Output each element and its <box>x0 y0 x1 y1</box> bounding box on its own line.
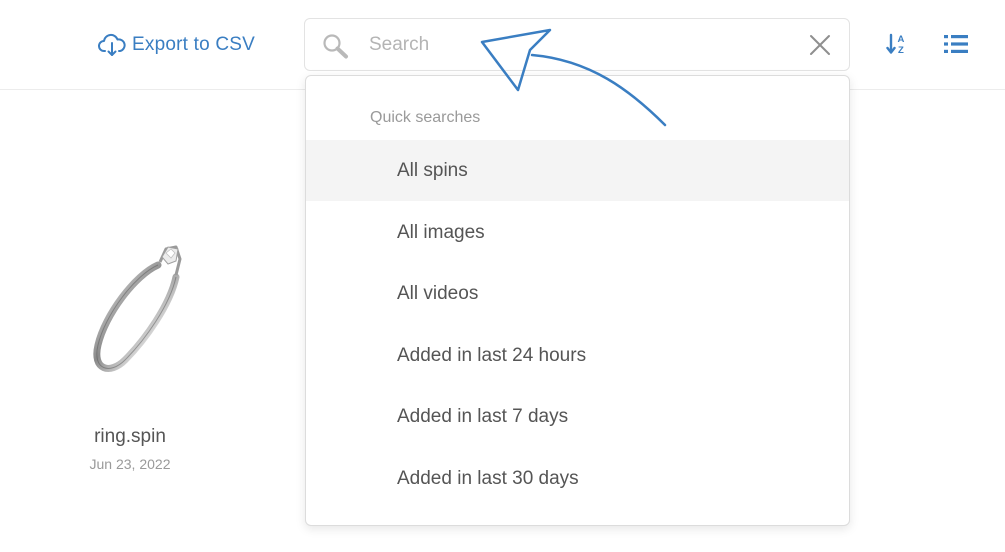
list-view-icon[interactable] <box>944 34 968 54</box>
asset-name: ring.spin <box>94 426 166 447</box>
quick-search-last-24-hours[interactable]: Added in last 24 hours <box>306 325 849 386</box>
asset-date: Jun 23, 2022 <box>89 456 171 472</box>
quick-searches-heading: Quick searches <box>370 109 481 126</box>
quick-search-all-videos[interactable]: All videos <box>306 263 849 324</box>
close-icon[interactable] <box>809 34 831 56</box>
svg-text:A: A <box>898 34 905 45</box>
quick-search-last-30-days[interactable]: Added in last 30 days <box>306 448 849 509</box>
app-page: Export to CSV A Z <box>0 0 1005 552</box>
quick-search-all-images[interactable]: All images <box>306 202 849 263</box>
export-csv-button[interactable]: Export to CSV <box>98 31 255 59</box>
quick-searches-dropdown: Quick searches All spins All images All … <box>305 75 850 526</box>
cloud-download-icon <box>98 33 126 56</box>
quick-search-all-spins[interactable]: All spins <box>306 140 849 201</box>
magnifier-icon <box>323 34 348 59</box>
export-csv-label: Export to CSV <box>132 34 255 55</box>
curved-arrow-icon <box>480 28 667 127</box>
quick-search-last-7-days[interactable]: Added in last 7 days <box>306 386 849 447</box>
sort-az-icon[interactable]: A Z <box>886 32 910 56</box>
ring-image <box>93 245 182 372</box>
svg-text:Z: Z <box>898 45 904 56</box>
